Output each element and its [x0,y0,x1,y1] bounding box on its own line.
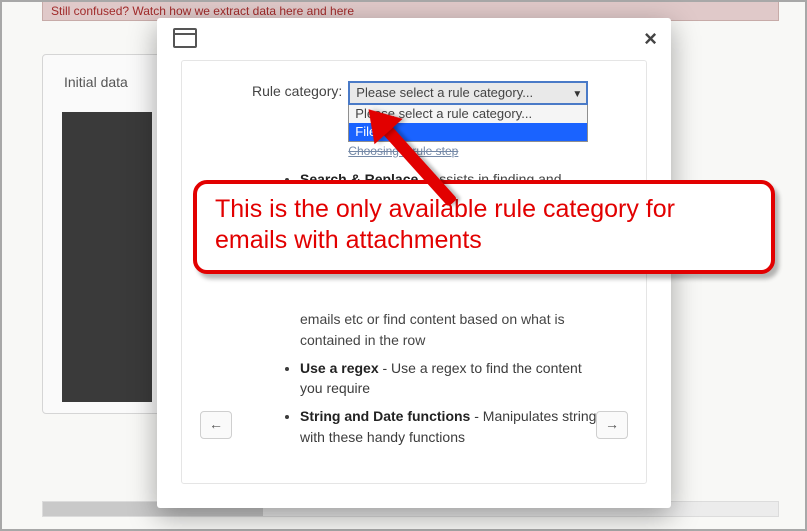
window-icon [173,28,197,48]
bullet-title: Use a regex [300,360,379,376]
list-item: Use a regex - Use a regex to find the co… [300,358,606,399]
bullet-title: String and Date functions [300,408,470,424]
rule-category-row: Rule category: Please select a rule cate… [252,81,588,158]
bullet-fragment: emails etc or find content based on what… [300,309,606,350]
close-icon[interactable]: × [644,28,657,50]
panel-title: Initial data [64,74,128,90]
background-dark-area [62,112,152,402]
annotation-callout: This is the only available rule category… [193,180,775,274]
next-button[interactable]: → [596,411,628,439]
choosing-rule-step-link[interactable]: Choosing a rule step [348,144,588,158]
list-item: String and Date functions - Manipulates … [300,406,606,447]
rule-category-label: Rule category: [252,81,342,99]
prev-button[interactable]: ← [200,411,232,439]
modal-titlebar: × [157,18,671,56]
